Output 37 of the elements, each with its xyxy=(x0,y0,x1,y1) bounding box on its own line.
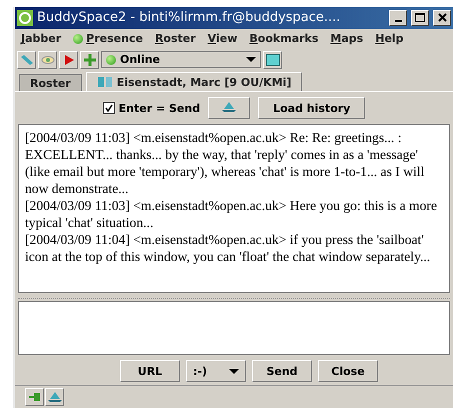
add-icon[interactable] xyxy=(80,50,99,69)
window-title: BuddySpace2 - binti%lirmm.fr@buddyspace.... xyxy=(37,10,342,26)
status-dot-icon xyxy=(73,34,84,44)
check-icon xyxy=(104,104,113,112)
chat-message: [2004/03/09 11:04] <m.eisenstadt%open.ac.uk> if you press the 'sailboat' icon at the top of this window, you can 'float' the chat window separately... xyxy=(25,231,432,266)
maximize-icon xyxy=(415,13,425,22)
menu-item[interactable]: Roster xyxy=(154,32,196,46)
float-window-button[interactable] xyxy=(208,97,250,120)
message-input[interactable] xyxy=(18,300,450,355)
chat-message: [2004/03/09 11:03] <m.eisenstadt%open.ac.uk> Re: Re: greetings... : EXCELLENT... thanks... by the way, that 'reply' comes in as a 'message' (like email but more 'temporary'), whereas 'chat' is more 1-to-1... as I will now demonstrate... xyxy=(25,129,426,198)
close-icon xyxy=(438,13,446,22)
url-button[interactable]: URL xyxy=(120,360,180,382)
boat-icon xyxy=(221,100,238,113)
menu-item[interactable]: Bookmarks xyxy=(249,32,318,46)
tab[interactable]: Roster xyxy=(19,74,82,92)
menu-item[interactable]: Help xyxy=(375,32,404,46)
tab[interactable]: Eisenstadt, Marc [9 OU/KMi] xyxy=(86,72,302,92)
menu-item[interactable]: Jabber xyxy=(21,32,62,46)
smiley-dropdown[interactable]: :-) xyxy=(186,360,246,382)
close-chat-button[interactable]: Close xyxy=(318,360,378,382)
play-icon[interactable] xyxy=(59,50,78,69)
load-history-button[interactable]: Load history xyxy=(258,97,366,120)
eye-icon[interactable] xyxy=(38,50,57,69)
status-dropdown[interactable]: Online xyxy=(101,51,261,68)
app-icon xyxy=(17,10,33,26)
chat-message: [2004/03/09 11:03] <m.eisenstadt%open.ac.uk> Here you go: this is a more typical 'chat' situation... xyxy=(25,197,438,232)
close-button[interactable] xyxy=(433,10,451,26)
send-button[interactable]: Send xyxy=(252,360,312,382)
enter-send-checkbox[interactable]: Enter = Send xyxy=(102,102,200,115)
boat-icon[interactable] xyxy=(45,388,64,406)
minimize-icon xyxy=(394,20,402,22)
menu-item[interactable]: Presence xyxy=(73,32,143,46)
minimize-button[interactable] xyxy=(389,10,407,26)
menu-item[interactable]: Maps xyxy=(330,32,364,46)
menu-item[interactable]: View xyxy=(208,32,238,46)
maximize-button[interactable] xyxy=(411,10,429,26)
window-icon[interactable] xyxy=(263,50,282,69)
